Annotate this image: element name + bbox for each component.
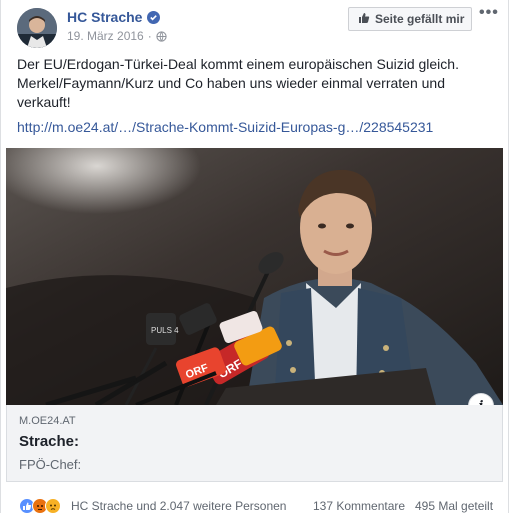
link-domain: M.OE24.AT [19, 415, 76, 427]
thumbs-up-icon [358, 12, 370, 27]
globe-icon [156, 30, 167, 42]
shares-count[interactable]: 495 Mal geteilt [415, 499, 493, 513]
post-link[interactable]: http://m.oe24.at/…/Strache-Kommt-Suizid-… [17, 119, 433, 135]
like-page-button[interactable]: Seite gefällt mir [348, 7, 472, 31]
link-preview-card[interactable]: M.OE24.AT Strache: FPÖ-Chef: [6, 405, 503, 482]
comments-count[interactable]: 137 Kommentare [313, 499, 405, 513]
meta-separator: · [147, 29, 152, 43]
puls4-label: PULS 4 [151, 326, 179, 335]
post-meta: 19. März 2016 · [67, 29, 167, 43]
facebook-post: HC Strache 19. März 2016 · Seite gefällt… [0, 0, 509, 513]
author-avatar[interactable] [17, 8, 57, 48]
more-icon[interactable]: ••• [479, 4, 499, 22]
reactions-text[interactable]: HC Strache und 2.047 weitere Personen [71, 499, 286, 513]
like-page-label: Seite gefällt mir [375, 12, 465, 26]
link-preview-image[interactable]: ORF ORF PULS 4 [6, 148, 503, 405]
link-title: Strache: [19, 433, 80, 450]
reaction-icons[interactable] [19, 498, 61, 513]
sad-reaction-icon [45, 498, 61, 513]
link-description: FPÖ-Chef: [19, 457, 82, 472]
verified-icon [147, 10, 161, 24]
post-text: Der EU/Erdogan-Türkei-Deal kommt einem e… [17, 56, 459, 110]
author-name[interactable]: HC Strache [67, 9, 142, 25]
avatar-image [17, 8, 57, 48]
post-date[interactable]: 19. März 2016 [67, 29, 144, 43]
author-name-row: HC Strache [67, 9, 161, 25]
